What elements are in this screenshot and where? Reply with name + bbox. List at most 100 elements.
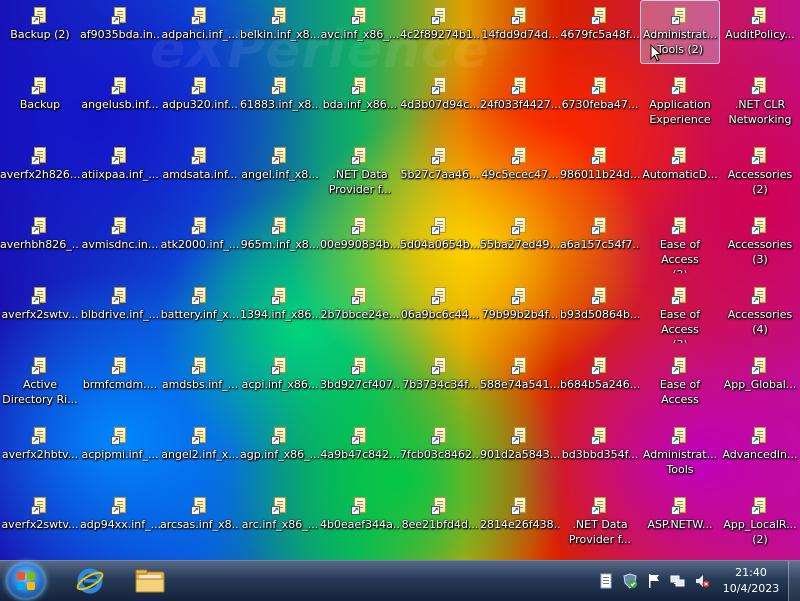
desktop-icon-label: App_Global...: [723, 378, 797, 391]
desktop-icon[interactable]: ↗ 986011b24d...: [560, 140, 640, 204]
shortcut-file-icon: ↗: [751, 217, 769, 235]
desktop-icon[interactable]: ↗ bd3bbd354f...: [560, 420, 640, 484]
desktop-icon[interactable]: ↗ acpi.inf_x86...: [240, 350, 320, 414]
desktop-icon[interactable]: ↗ avmisdnc.in...: [80, 210, 160, 274]
desktop-icon[interactable]: ↗ arc.inf_x86_...: [240, 490, 320, 554]
desktop-icon[interactable]: ↗ Backup (2): [0, 0, 80, 64]
desktop-icon[interactable]: ↗ App_Global...: [720, 350, 800, 414]
desktop-icon[interactable]: ↗ battery.inf_x...: [160, 280, 240, 344]
desktop-icon[interactable]: ↗ AuditPolicy...: [720, 0, 800, 64]
desktop-icon[interactable]: ↗ 24f033f4427...: [480, 70, 560, 134]
desktop-icon[interactable]: ↗ App_LocalR... (2): [720, 490, 800, 554]
desktop-icon[interactable]: ↗ atiixpaa.inf_...: [80, 140, 160, 204]
desktop-icon[interactable]: ↗ blbdrive.inf_...: [80, 280, 160, 344]
start-button[interactable]: [6, 562, 46, 600]
desktop-icon[interactable]: ↗ angel.inf_x8...: [240, 140, 320, 204]
desktop-icon[interactable]: ↗ 00e990834b...: [320, 210, 400, 274]
desktop-icon-label: 06a9bc6c44...: [400, 308, 480, 321]
shortcut-file-icon: ↗: [111, 287, 129, 305]
desktop-icon[interactable]: ↗ 4679fc5a48f...: [560, 0, 640, 64]
desktop-icon[interactable]: ↗ adpahci.inf_...: [160, 0, 240, 64]
desktop-icon[interactable]: ↗ adp94xx.inf_...: [80, 490, 160, 554]
desktop-icon[interactable]: ↗ adpu320.inf...: [160, 70, 240, 134]
desktop-icon[interactable]: ↗ atk2000.inf_...: [160, 210, 240, 274]
network-icon[interactable]: [670, 573, 686, 589]
desktop-icon[interactable]: ↗ bda.inf_x86...: [320, 70, 400, 134]
desktop-icon[interactable]: ↗ Application Experience: [640, 70, 720, 134]
desktop-icon[interactable]: ↗ 8ee21bfd4d...: [400, 490, 480, 554]
clock[interactable]: 21:40 10/4/2023: [720, 565, 782, 597]
desktop-icon[interactable]: ↗ Ease of Access (2): [640, 210, 720, 274]
taskbar-internet-explorer[interactable]: [62, 563, 118, 599]
desktop-icon[interactable]: ↗ 06a9bc6c44...: [400, 280, 480, 344]
desktop-icon[interactable]: ↗ angel2.inf_x...: [160, 420, 240, 484]
desktop-icon[interactable]: ↗ 4c2f89274b1...: [400, 0, 480, 64]
desktop-icon[interactable]: ↗ 5b27c7aa46...: [400, 140, 480, 204]
desktop-icon[interactable]: ↗ Accessories (4): [720, 280, 800, 344]
desktop-icon[interactable]: ↗ 55ba27ed49...: [480, 210, 560, 274]
desktop-icon[interactable]: ↗ 79b99b2b4f...: [480, 280, 560, 344]
desktop-icon[interactable]: ↗ AutomaticD...: [640, 140, 720, 204]
desktop-icon[interactable]: ↗ Ease of Access: [640, 350, 720, 414]
desktop-icon[interactable]: ↗ Administrat... Tools: [640, 420, 720, 484]
desktop-icon[interactable]: ↗ 5d04a0654b...: [400, 210, 480, 274]
desktop-icon[interactable]: ↗ 7b3734c34f...: [400, 350, 480, 414]
desktop-icon[interactable]: ↗ Active Directory Ri...: [0, 350, 80, 414]
desktop-icon[interactable]: ↗ Backup: [0, 70, 80, 134]
desktop-icon[interactable]: ↗ a6a157c54f7...: [560, 210, 640, 274]
desktop-icon[interactable]: ↗ averfx2swtv...: [0, 280, 80, 344]
desktop-icon[interactable]: ↗ Ease of Access (3): [640, 280, 720, 344]
desktop-icon[interactable]: ↗ 2b7bbce24e...: [320, 280, 400, 344]
desktop[interactable]: eXPerience ↗ Backup (2) ↗ Backup ↗ averfx2h82…: [0, 0, 800, 560]
desktop-icon[interactable]: ↗ 4a9b47c842...: [320, 420, 400, 484]
desktop-icon[interactable]: ↗ 3bd927cf407...: [320, 350, 400, 414]
desktop-icon[interactable]: ↗ .NET Data Provider f...: [320, 140, 400, 204]
desktop-icon[interactable]: ↗ amdsata.inf...: [160, 140, 240, 204]
desktop-icon[interactable]: ↗ amdsbs.inf_...: [160, 350, 240, 414]
desktop-icon[interactable]: ↗ 14fdd9d74d...: [480, 0, 560, 64]
action-center-doc-icon[interactable]: [598, 573, 614, 589]
desktop-icon[interactable]: ↗ AdvancedIn...: [720, 420, 800, 484]
desktop-icon[interactable]: ↗ 588e74a541...: [480, 350, 560, 414]
show-desktop-button[interactable]: [788, 561, 800, 601]
desktop-icon[interactable]: ↗ 1394.inf_x86...: [240, 280, 320, 344]
desktop-icon[interactable]: ↗ acpipmi.inf_...: [80, 420, 160, 484]
desktop-icon[interactable]: ↗ 2814e26f438...: [480, 490, 560, 554]
desktop-icon[interactable]: ↗ Accessories (2): [720, 140, 800, 204]
volume-muted-icon[interactable]: [694, 573, 710, 589]
desktop-icon[interactable]: ↗ .NET CLR Networking: [720, 70, 800, 134]
desktop-icon[interactable]: ↗ angelusb.inf...: [80, 70, 160, 134]
security-shield-icon[interactable]: [622, 573, 638, 589]
shortcut-file-icon: ↗: [351, 357, 369, 375]
desktop-icon[interactable]: ↗ 61883.inf_x8...: [240, 70, 320, 134]
desktop-icon[interactable]: ↗ agp.inf_x86_...: [240, 420, 320, 484]
desktop-icon[interactable]: ↗ averhbh826_...: [0, 210, 80, 274]
shortcut-file-icon: ↗: [751, 7, 769, 25]
shortcut-file-icon: ↗: [511, 147, 529, 165]
desktop-icon[interactable]: ↗ brmfcmdm....: [80, 350, 160, 414]
desktop-icon[interactable]: ↗ averfx2h826...: [0, 140, 80, 204]
desktop-icon[interactable]: ↗ averfx2swtv...: [0, 490, 80, 554]
desktop-icon[interactable]: ↗ belkin.inf_x8...: [240, 0, 320, 64]
shortcut-file-icon: ↗: [191, 7, 209, 25]
taskbar-windows-explorer[interactable]: [122, 563, 178, 599]
flag-icon[interactable]: [646, 573, 662, 589]
desktop-icon[interactable]: ↗ avc.inf_x86_...: [320, 0, 400, 64]
desktop-icon[interactable]: ↗ averfx2hbtv...: [0, 420, 80, 484]
desktop-icon[interactable]: ↗ b684b5a246...: [560, 350, 640, 414]
desktop-icon[interactable]: ↗ b93d50864b...: [560, 280, 640, 344]
desktop-icon[interactable]: ↗ ASP.NETW...: [640, 490, 720, 554]
desktop-icon[interactable]: ↗ 901d2a5843...: [480, 420, 560, 484]
desktop-icon[interactable]: ↗ Accessories (3): [720, 210, 800, 274]
desktop-icon[interactable]: ↗ 4d3b07d94c...: [400, 70, 480, 134]
desktop-icon[interactable]: ↗ arcsas.inf_x8...: [160, 490, 240, 554]
desktop-icon[interactable]: ↗ 965m.inf_x8...: [240, 210, 320, 274]
desktop-icon[interactable]: ↗ .NET Data Provider f...: [560, 490, 640, 554]
desktop-icon[interactable]: ↗ af9035bda.in...: [80, 0, 160, 64]
desktop-icon[interactable]: ↗ 4b0eaef344a...: [320, 490, 400, 554]
desktop-icon[interactable]: ↗ 49c5ecec47...: [480, 140, 560, 204]
desktop-icon[interactable]: ↗ 6730feba47...: [560, 70, 640, 134]
shortcut-file-icon: ↗: [591, 287, 609, 305]
desktop-icon[interactable]: ↗ 7fcb03c8462...: [400, 420, 480, 484]
shortcut-file-icon: ↗: [751, 147, 769, 165]
